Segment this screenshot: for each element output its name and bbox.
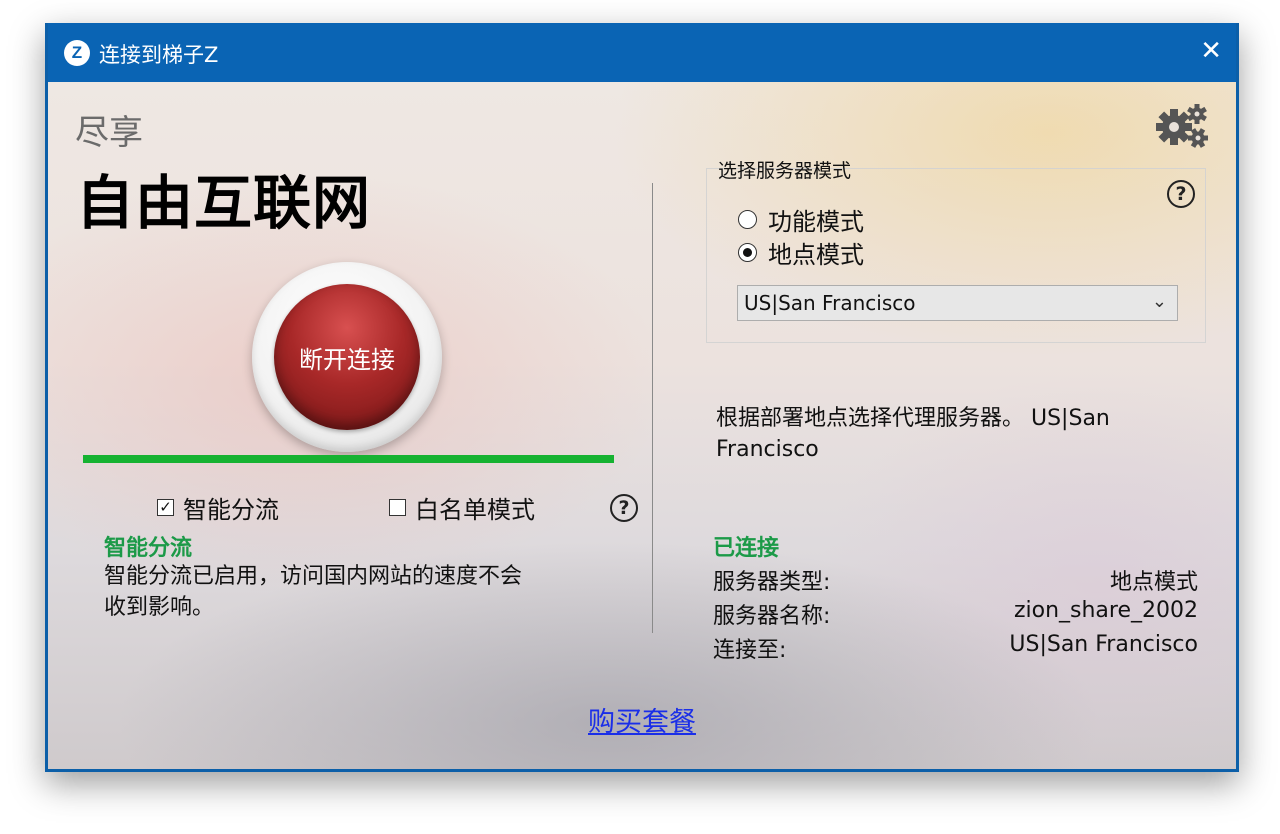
radio-location-mode[interactable]: 地点模式 <box>738 235 864 270</box>
location-mode-label: 地点模式 <box>768 241 864 269</box>
disconnect-button[interactable]: 断开连接 <box>274 284 420 430</box>
server-description: 根据部署地点选择代理服务器。 US|San Francisco <box>716 403 1110 465</box>
connected-to-value: US|San Francisco <box>1009 632 1198 657</box>
server-mode-help-button[interactable]: ? <box>1167 180 1195 208</box>
server-name-row: 服务器名称: zion_share_2002 <box>713 598 1198 630</box>
location-dropdown-value: US|San Francisco <box>744 291 916 315</box>
connection-status-heading: 已连接 <box>713 536 780 561</box>
function-mode-label: 功能模式 <box>768 208 864 236</box>
location-dropdown[interactable]: US|San Francisco ⌄ <box>737 285 1178 321</box>
buy-plan-link[interactable]: 购买套餐 <box>48 700 1236 739</box>
server-type-value: 地点模式 <box>1109 570 1198 595</box>
radio-unselected-icon <box>738 210 757 229</box>
enjoy-label: 尽享 <box>75 113 143 153</box>
slogan-heading: 自由互联网 <box>76 169 372 237</box>
radio-selected-icon <box>738 243 757 262</box>
chevron-down-icon: ⌄ <box>1151 291 1167 312</box>
disconnect-button-label: 断开连接 <box>299 345 395 374</box>
connected-to-label: 连接至: <box>713 638 787 663</box>
server-description-line1: 根据部署地点选择代理服务器。 US|San <box>716 406 1110 431</box>
smart-split-heading: 智能分流 <box>104 536 193 561</box>
progress-fill <box>83 455 614 463</box>
radio-function-mode[interactable]: 功能模式 <box>738 202 864 237</box>
server-type-row: 服务器类型: 地点模式 <box>713 564 1198 596</box>
checkbox-unchecked-icon <box>389 499 406 516</box>
settings-button[interactable] <box>1156 103 1208 153</box>
server-mode-title: 选择服务器模式 <box>718 160 852 182</box>
connected-to-row: 连接至: US|San Francisco <box>713 632 1198 664</box>
question-mark-icon: ? <box>618 497 630 519</box>
smart-split-checkbox[interactable]: ✓ 智能分流 <box>157 490 279 525</box>
server-type-label: 服务器类型: <box>713 570 831 595</box>
title-bar[interactable]: Z 连接到梯子Z ✕ <box>48 23 1236 82</box>
app-logo-icon: Z <box>64 40 90 66</box>
connection-progress-bar <box>83 455 614 463</box>
server-name-label: 服务器名称: <box>713 604 831 629</box>
whitelist-label: 白名单模式 <box>415 496 535 524</box>
main-window: Z 连接到梯子Z ✕ 尽享 自由互联网 断开连接 ✓ 智能分流 白名单模式 ? … <box>45 23 1239 772</box>
connect-button-ring: 断开连接 <box>252 262 442 452</box>
smart-split-label: 智能分流 <box>183 496 279 524</box>
smart-split-description-line2: 收到影响。 <box>104 595 215 620</box>
window-title: 连接到梯子Z <box>99 43 219 67</box>
close-icon: ✕ <box>1200 36 1222 66</box>
whitelist-checkbox[interactable]: 白名单模式 <box>389 490 535 525</box>
smart-split-description: 智能分流已启用，访问国内网站的速度不会 收到影响。 <box>104 561 522 623</box>
vertical-divider <box>652 183 653 633</box>
smart-split-description-line1: 智能分流已启用，访问国内网站的速度不会 <box>104 564 523 589</box>
gears-icon <box>1156 104 1208 148</box>
close-button[interactable]: ✕ <box>1200 36 1222 66</box>
server-name-value: zion_share_2002 <box>1013 598 1198 623</box>
question-mark-icon: ? <box>1175 183 1187 205</box>
server-description-line2: Francisco <box>716 437 819 462</box>
checkbox-checked-icon: ✓ <box>157 499 174 516</box>
options-help-button[interactable]: ? <box>610 494 638 522</box>
